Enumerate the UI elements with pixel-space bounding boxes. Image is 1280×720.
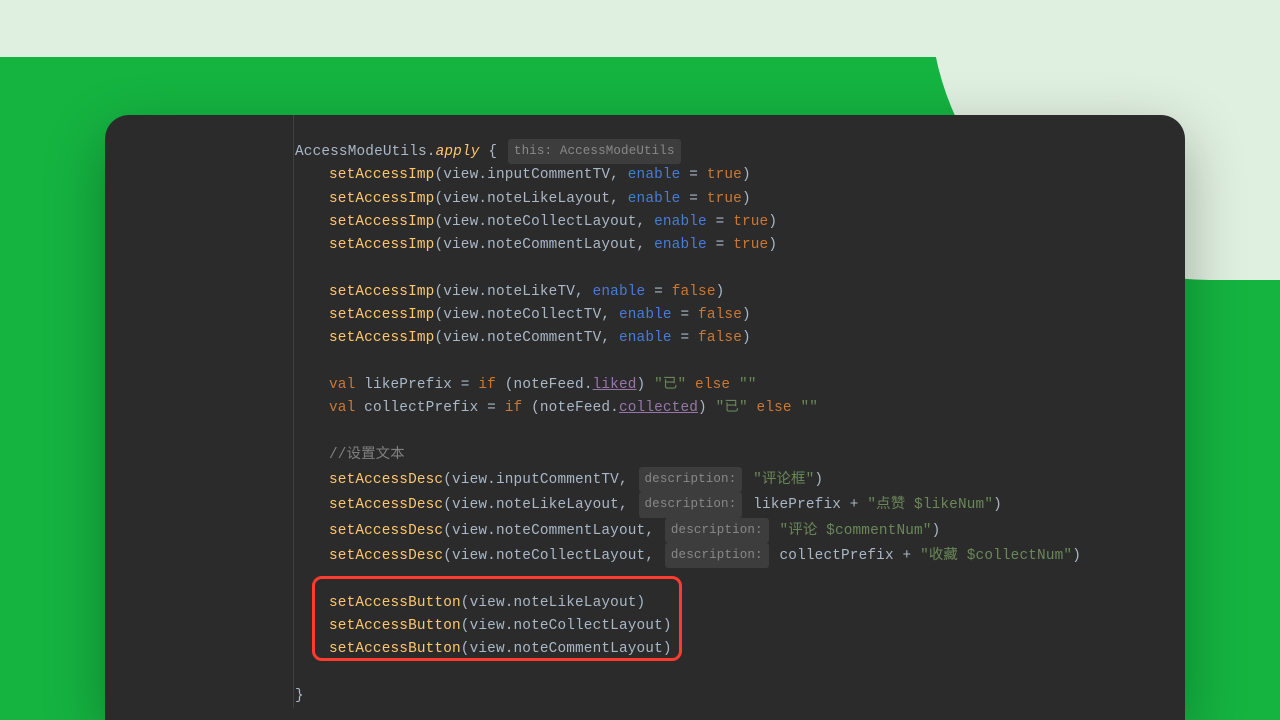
code-line: setAccessImp(view.inputCommentTV, enable… bbox=[105, 164, 1185, 187]
code-line: val collectPrefix = if (noteFeed.collect… bbox=[105, 397, 1185, 420]
code-line: setAccessDesc(view.inputCommentTV, descr… bbox=[105, 467, 1185, 492]
code-line: setAccessDesc(view.noteCollectLayout, de… bbox=[105, 543, 1185, 568]
code-line: setAccessImp(view.noteLikeLayout, enable… bbox=[105, 188, 1185, 211]
blank-line bbox=[105, 257, 1185, 280]
blank-line bbox=[105, 351, 1185, 374]
code-editor[interactable]: AccessModeUtils.apply { this: AccessMode… bbox=[105, 115, 1185, 708]
code-line: AccessModeUtils.apply { this: AccessMode… bbox=[105, 139, 1185, 164]
code-line: setAccessImp(view.noteCommentTV, enable … bbox=[105, 327, 1185, 350]
code-line: setAccessImp(view.noteCollectTV, enable … bbox=[105, 304, 1185, 327]
code-line: val likePrefix = if (noteFeed.liked) "已"… bbox=[105, 374, 1185, 397]
code-line: setAccessButton(view.noteLikeLayout) bbox=[105, 592, 1185, 615]
inlay-hint: description: bbox=[665, 518, 769, 543]
code-line: setAccessImp(view.noteCollectLayout, ena… bbox=[105, 211, 1185, 234]
blank-line bbox=[105, 568, 1185, 591]
code-line: } bbox=[105, 685, 1185, 708]
blank-line bbox=[105, 662, 1185, 685]
ide-window: AccessModeUtils.apply { this: AccessMode… bbox=[105, 115, 1185, 720]
code-line: setAccessButton(view.noteCommentLayout) bbox=[105, 638, 1185, 661]
inlay-hint: description: bbox=[665, 543, 769, 568]
code-line: setAccessImp(view.noteLikeTV, enable = f… bbox=[105, 281, 1185, 304]
inlay-hint: description: bbox=[639, 467, 743, 492]
code-line: setAccessImp(view.noteCommentLayout, ena… bbox=[105, 234, 1185, 257]
indent-guide bbox=[293, 115, 294, 708]
blank-line bbox=[105, 421, 1185, 444]
code-line: setAccessDesc(view.noteCommentLayout, de… bbox=[105, 518, 1185, 543]
code-line: setAccessButton(view.noteCollectLayout) bbox=[105, 615, 1185, 638]
code-comment: //设置文本 bbox=[105, 444, 1185, 467]
code-line: setAccessDesc(view.noteLikeLayout, descr… bbox=[105, 492, 1185, 517]
inlay-hint: this: AccessModeUtils bbox=[508, 139, 681, 164]
inlay-hint: description: bbox=[639, 492, 743, 517]
